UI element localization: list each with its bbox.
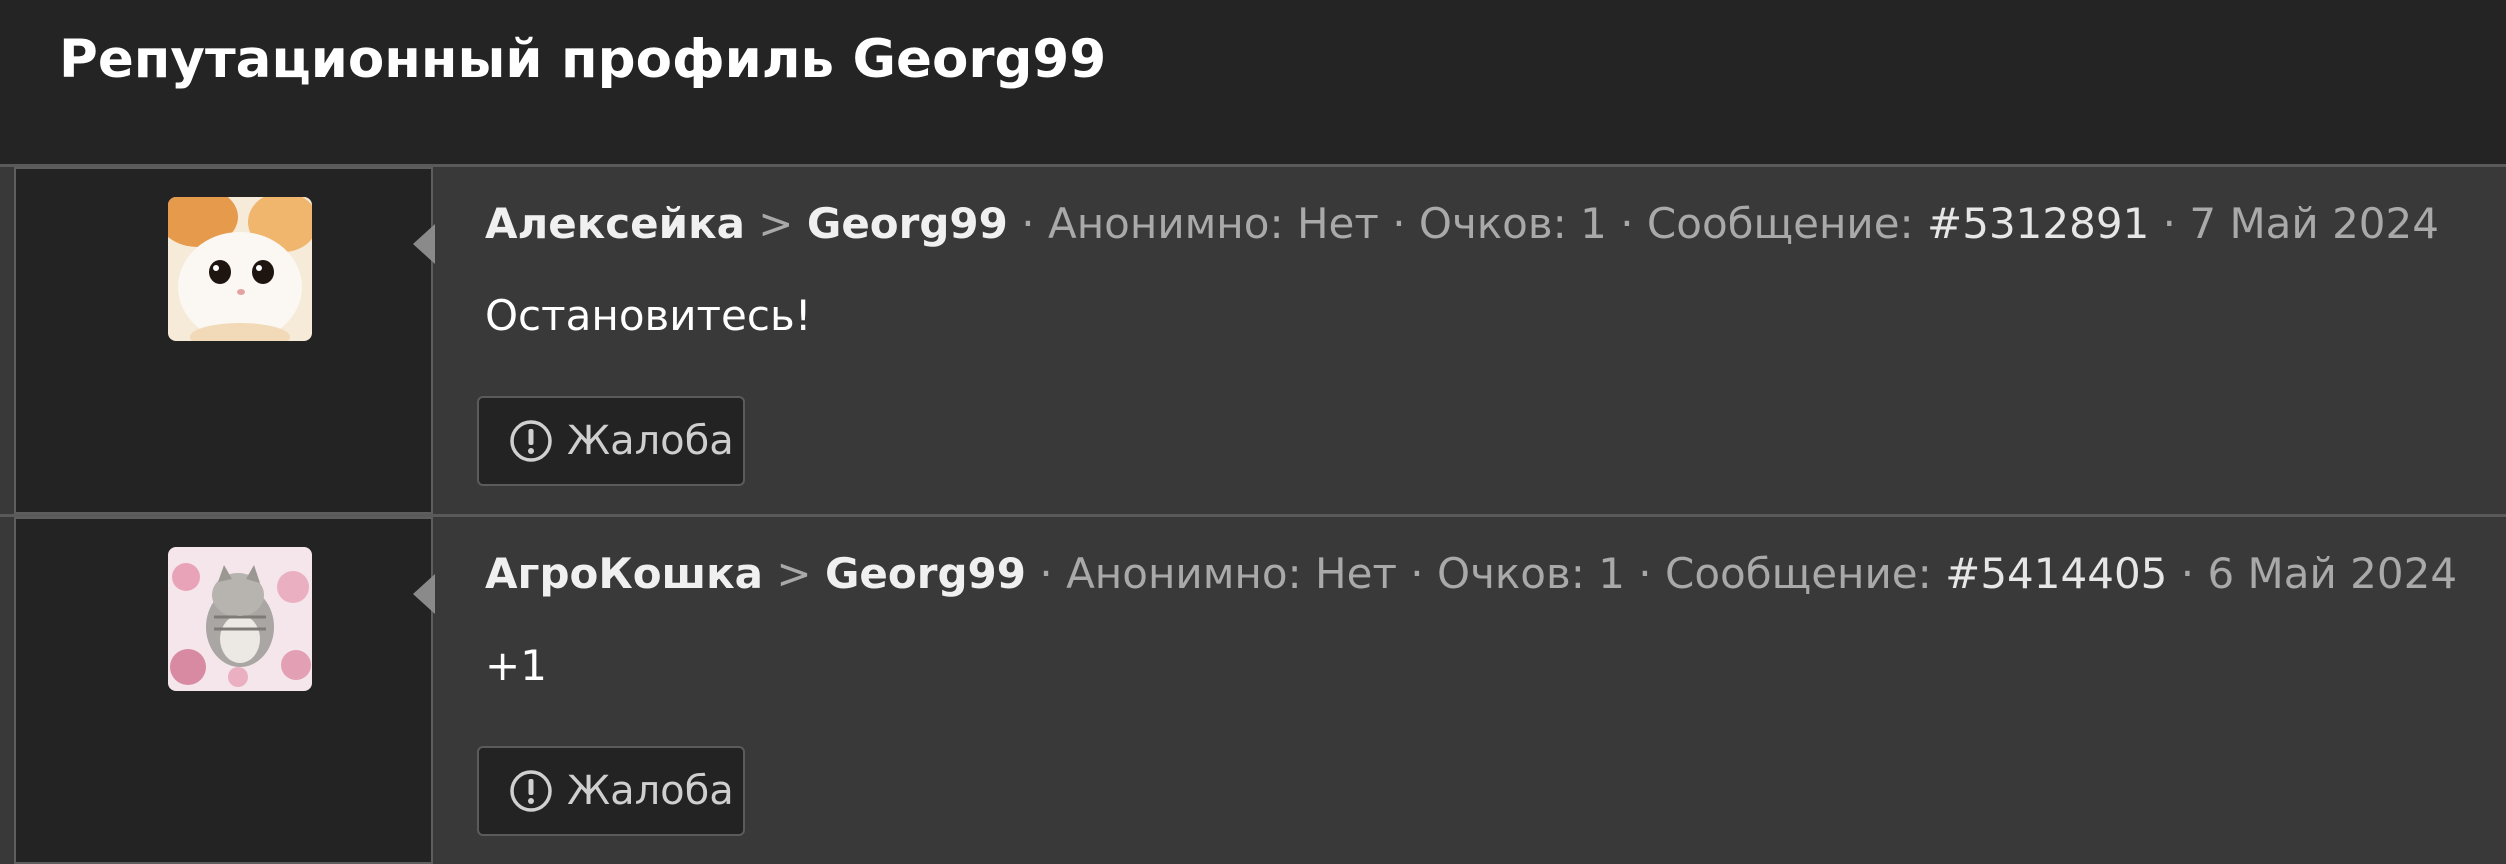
report-label: Жалоба — [567, 768, 734, 814]
target-link[interactable]: Georg99 — [807, 199, 1008, 248]
entry-date: 7 Май 2024 — [2189, 199, 2439, 248]
report-label: Жалоба — [567, 418, 734, 464]
points-label: Очков: 1 — [1437, 549, 1625, 598]
message-label: Сообщение: — [1646, 199, 1914, 248]
author-link[interactable]: АгроКошка — [485, 549, 763, 598]
anonymous-label: Анонимно: Нет — [1066, 549, 1397, 598]
user-panel — [14, 517, 433, 864]
exclamation-circle-icon — [509, 419, 553, 463]
entry-meta: Алексейка > Georg99 · Анонимно: Нет · Оч… — [485, 194, 2439, 254]
anonymous-label: Анонимно: Нет — [1047, 199, 1379, 248]
page-title: Репутационный профиль Georg99 — [59, 29, 1107, 90]
target-link[interactable]: Georg99 — [825, 549, 1026, 598]
report-button[interactable]: Жалоба — [477, 396, 745, 486]
panel-arrow — [413, 224, 435, 264]
message-link[interactable]: #5312891 — [1927, 199, 2149, 248]
entry-comment: Остановитесь! — [485, 291, 812, 340]
points-label: Очков: 1 — [1418, 199, 1607, 248]
reputation-entry: АгроКошка > Georg99 · Анонимно: Нет · Оч… — [0, 514, 2506, 864]
message-label: Сообщение: — [1665, 549, 1932, 598]
dot-separator: · — [1410, 549, 1424, 598]
panel-arrow — [413, 574, 435, 614]
dot-separator: · — [1039, 549, 1053, 598]
dot-separator: · — [2180, 549, 2195, 598]
dot-separator: · — [1392, 199, 1406, 248]
arrow-separator: > — [758, 199, 794, 248]
author-link[interactable]: Алексейка — [485, 199, 745, 248]
entry-comment: +1 — [485, 641, 547, 690]
cat-flowers-avatar-icon[interactable] — [168, 547, 312, 691]
entry-meta: АгроКошка > Georg99 · Анонимно: Нет · Оч… — [485, 544, 2457, 604]
report-button[interactable]: Жалоба — [477, 746, 745, 836]
dot-separator: · — [2162, 199, 2177, 248]
dot-separator: · — [1021, 199, 1035, 248]
dot-separator: · — [1620, 199, 1634, 248]
entry-date: 6 Май 2024 — [2207, 549, 2458, 598]
kitten-avatar-icon[interactable] — [168, 197, 312, 341]
dot-separator: · — [1638, 549, 1652, 598]
page-header: Репутационный профиль Georg99 — [0, 0, 2506, 164]
message-link[interactable]: #5414405 — [1945, 549, 2167, 598]
reputation-entry: Алексейка > Georg99 · Анонимно: Нет · Оч… — [0, 164, 2506, 514]
user-panel — [14, 167, 433, 514]
arrow-separator: > — [776, 549, 812, 598]
exclamation-circle-icon — [509, 769, 553, 813]
